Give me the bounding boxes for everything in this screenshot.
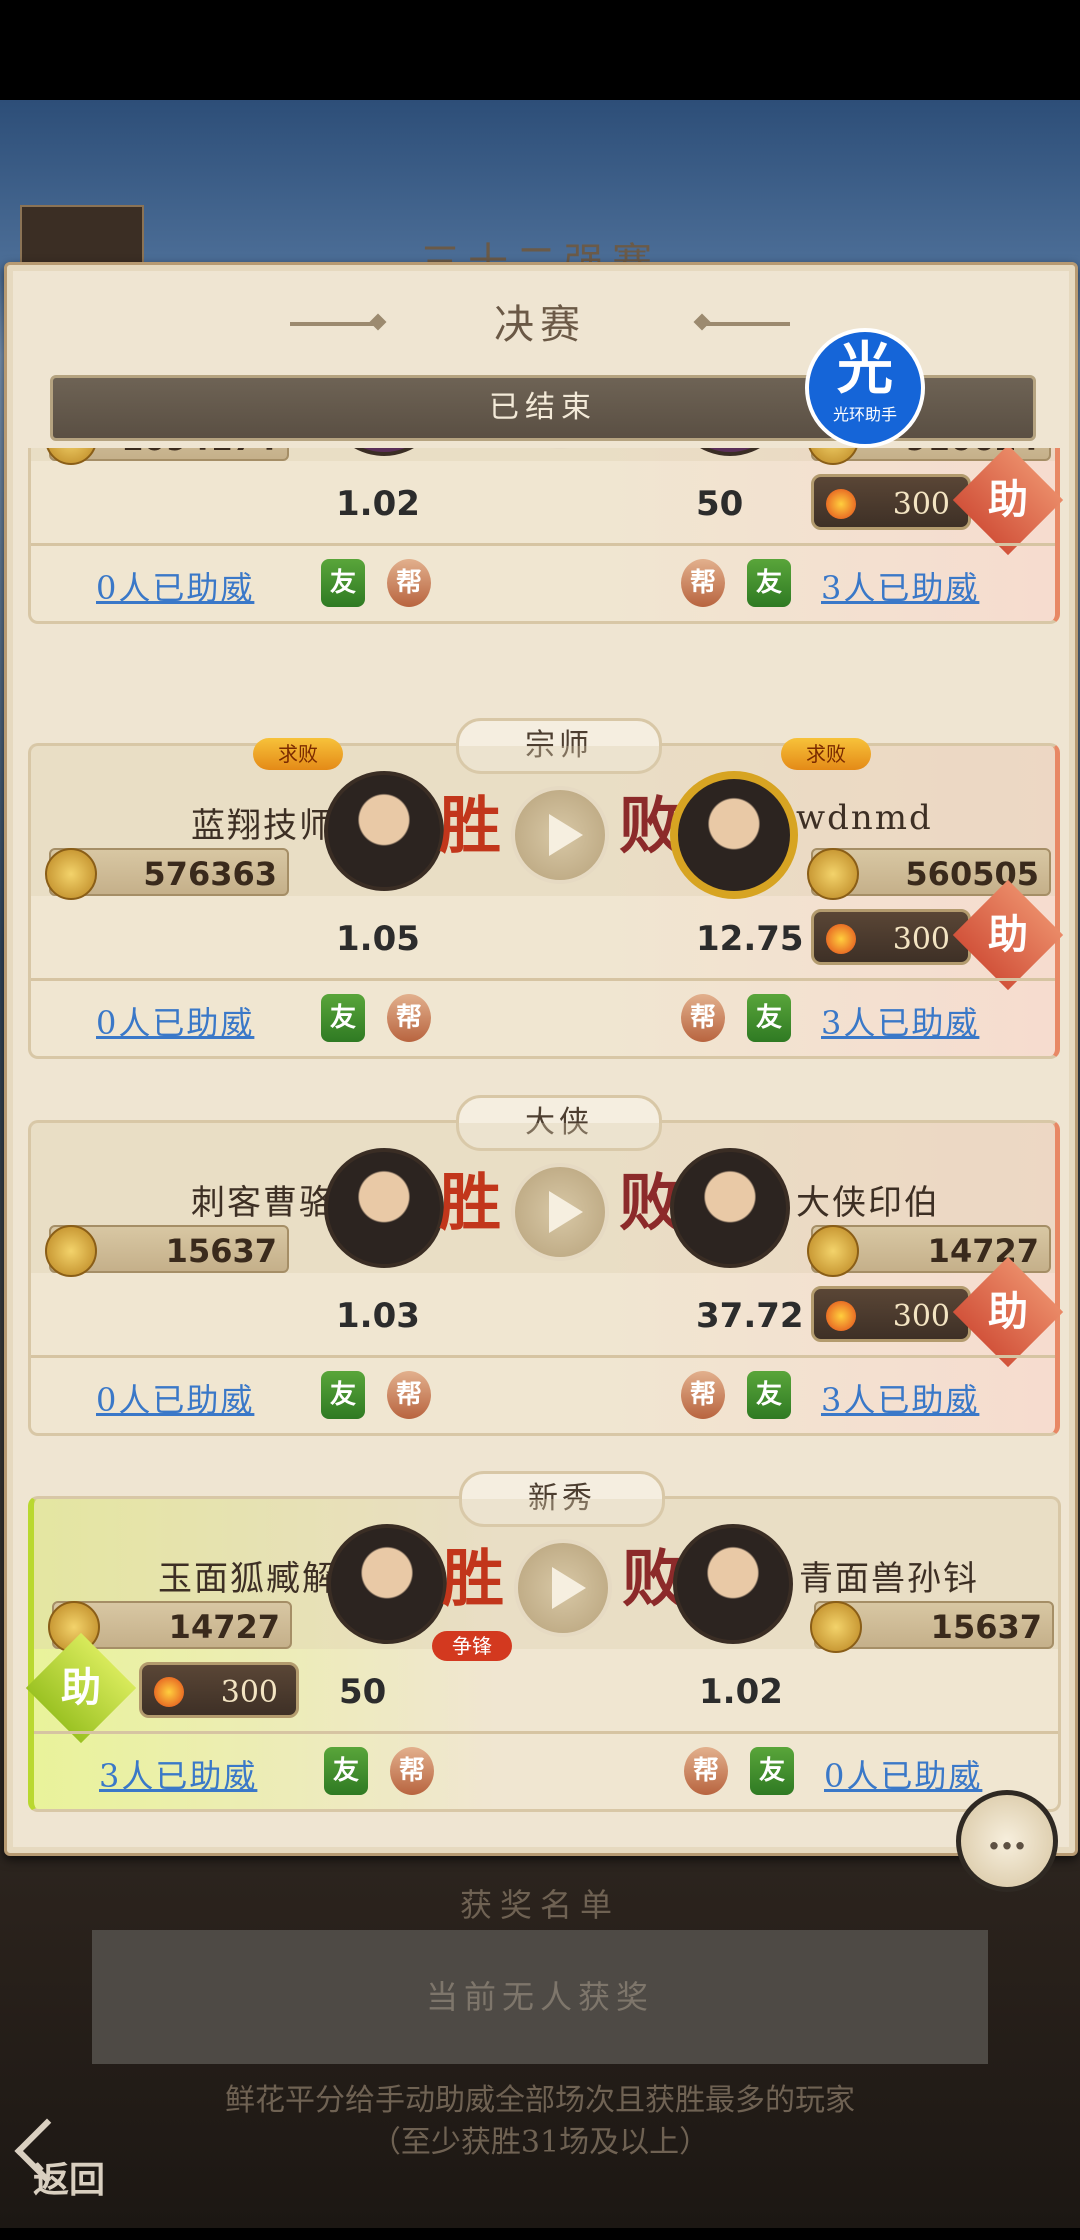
right-cheer-link[interactable]: 0人已助威 (824, 1751, 982, 1797)
replay-button[interactable] (514, 1539, 612, 1637)
guild-chip[interactable]: 帮 (387, 559, 431, 607)
flower-icon (154, 1677, 184, 1707)
chat-bubble-icon[interactable]: … (956, 1790, 1058, 1892)
right-player-avatar[interactable] (670, 771, 798, 899)
friend-chip[interactable]: 友 (321, 994, 365, 1042)
coin-icon (45, 1225, 97, 1277)
coin-icon (807, 1225, 859, 1277)
right-cheer-link[interactable]: 3人已助威 (821, 1375, 979, 1421)
right-cheer-link[interactable]: 3人已助威 (821, 998, 979, 1044)
left-cheer-link[interactable]: 0人已助威 (96, 563, 254, 609)
coin-icon (45, 848, 97, 900)
seek-defeat-tag: 求败 (253, 738, 343, 770)
divider (31, 1355, 1055, 1358)
guild-chip[interactable]: 帮 (681, 559, 725, 607)
guild-chip[interactable]: 帮 (684, 1747, 728, 1795)
right-player-name: wdnmd (796, 798, 933, 838)
match-card: 胜 败 1094174 910624 1.02 50 300 助 0人已助威 友… (28, 448, 1064, 624)
left-player-name: 刺客曹骆 (191, 1183, 335, 1223)
match-card: 大侠 刺客曹骆 胜 败 大侠印伯 15637 14727 1.03 37.72 … (28, 1095, 1064, 1436)
guild-chip[interactable]: 帮 (390, 1747, 434, 1795)
flower-icon (826, 489, 856, 519)
flower-counter[interactable]: 300 (139, 1662, 299, 1718)
divider (31, 543, 1055, 546)
left-cheer-link[interactable]: 0人已助威 (96, 998, 254, 1044)
flower-counter[interactable]: 300 (811, 1286, 971, 1342)
win-label: 胜 (439, 789, 502, 862)
flower-counter[interactable]: 300 (811, 474, 971, 530)
assist-button[interactable]: 助 (25, 1632, 137, 1744)
win-label: 胜 (442, 1542, 505, 1615)
flower-icon (826, 924, 856, 954)
seek-defeat-tag: 求败 (781, 738, 871, 770)
right-odds: 12.75 (696, 919, 804, 959)
left-cheer-link[interactable]: 3人已助威 (99, 1751, 257, 1797)
left-odds: 1.02 (336, 484, 420, 524)
assistant-badge[interactable]: 光 光环助手 (805, 328, 925, 448)
divider (31, 978, 1055, 981)
replay-button[interactable] (511, 786, 609, 884)
left-player-avatar[interactable] (324, 1148, 444, 1268)
award-list-title: 获奖名单 (459, 1886, 620, 1924)
win-label: 胜 (439, 1166, 502, 1239)
friend-chip[interactable]: 友 (750, 1747, 794, 1795)
friend-chip[interactable]: 友 (324, 1747, 368, 1795)
left-odds: 1.05 (336, 919, 420, 959)
right-power: 15637 (810, 1601, 1054, 1653)
right-cheer-link[interactable]: 3人已助威 (821, 563, 979, 609)
friend-chip[interactable]: 友 (321, 1371, 365, 1419)
coin-icon (807, 848, 859, 900)
flower-counter[interactable]: 300 (811, 909, 971, 965)
right-player-avatar[interactable] (673, 1524, 793, 1644)
back-button[interactable]: 返回 (14, 2120, 124, 2201)
guild-chip[interactable]: 帮 (681, 1371, 725, 1419)
right-odds: 1.02 (699, 1672, 783, 1712)
guild-chip[interactable]: 帮 (387, 1371, 431, 1419)
left-cheer-link[interactable]: 0人已助威 (96, 1375, 254, 1421)
right-player-name: 大侠印伯 (796, 1183, 940, 1223)
replay-button[interactable] (511, 1163, 609, 1261)
left-player-name: 蓝翔技师 (191, 806, 335, 846)
friend-chip[interactable]: 友 (747, 994, 791, 1042)
award-list-box: 当前无人获奖 (92, 1930, 988, 2064)
left-power: 15637 (45, 1225, 289, 1277)
left-odds: 1.03 (336, 1296, 420, 1336)
left-power: 1094174 (45, 448, 289, 465)
right-odds: 50 (696, 484, 744, 524)
left-power: 576363 (45, 848, 289, 900)
left-player-avatar[interactable] (324, 771, 444, 891)
match-list[interactable]: 胜 败 1094174 910624 1.02 50 300 助 0人已助威 友… (14, 448, 1066, 1848)
coin-icon (807, 448, 859, 465)
right-odds: 37.72 (696, 1296, 804, 1336)
divider (34, 1731, 1058, 1734)
friend-chip[interactable]: 友 (747, 559, 791, 607)
friend-chip[interactable]: 友 (321, 559, 365, 607)
left-odds: 50 (339, 1672, 387, 1712)
match-card: 新秀 玉面狐臧解 胜 争锋 败 青面兽孙钭 14727 15637 助 300 … (25, 1471, 1061, 1812)
right-player-name: 青面兽孙钭 (799, 1559, 979, 1599)
assist-button[interactable]: 助 (952, 448, 1064, 556)
contend-tag: 争锋 (432, 1631, 512, 1661)
award-note: 鲜花平分给手动助威全部场次且获胜最多的玩家（至少获胜31场及以上） (225, 2083, 855, 2160)
left-player-avatar[interactable] (327, 1524, 447, 1644)
guild-chip[interactable]: 帮 (387, 994, 431, 1042)
left-player-name: 玉面狐臧解 (158, 1559, 338, 1599)
friend-chip[interactable]: 友 (747, 1371, 791, 1419)
match-card: 宗师 蓝翔技师 求败 胜 败 求败 wdnmd 576363 560505 1.… (28, 718, 1064, 1059)
right-player-avatar[interactable] (670, 1148, 790, 1268)
coin-icon (810, 1601, 862, 1653)
flower-icon (826, 1301, 856, 1331)
guild-chip[interactable]: 帮 (681, 994, 725, 1042)
coin-icon (45, 448, 97, 465)
